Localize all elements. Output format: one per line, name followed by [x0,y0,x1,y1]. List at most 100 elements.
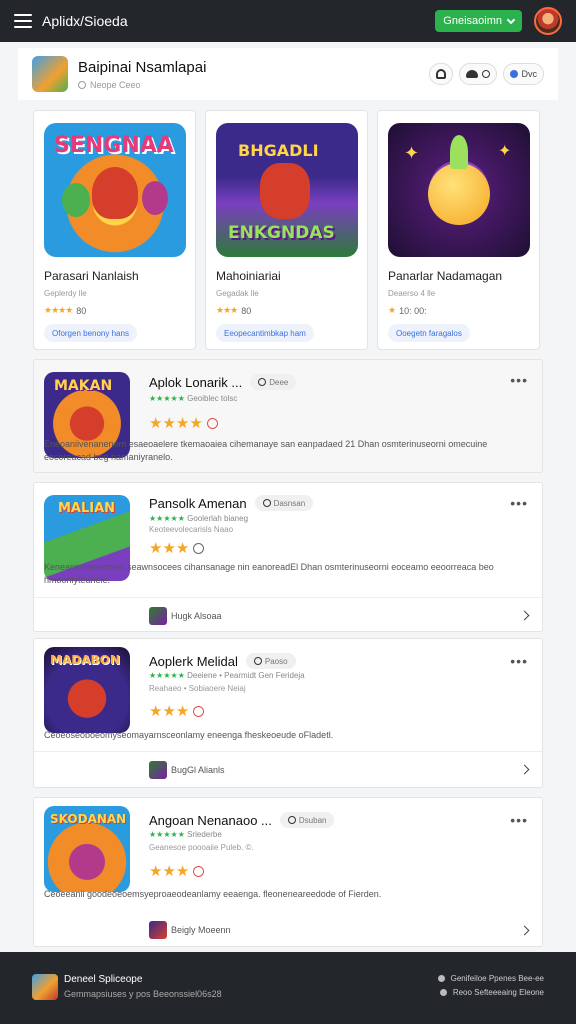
clock-icon [287,816,296,824]
item-meta-secondary: Keoteevolecarisls Naao [149,525,234,534]
footer-link[interactable]: Genifeiloe Ppenes Bee-ee [437,974,544,983]
chevron-right-icon[interactable] [519,925,530,935]
item-meta: ★★★★★ Deeiene • Pearmidt Gen Ferideja [149,671,305,680]
featured-rating: ★★★ 80 [216,305,251,316]
item-name: Angoan Nenanaoo ... Dsuban [149,812,335,828]
item-meta: ★★★★★ Goolerlah bianeg [149,514,248,523]
rating-value: 10: 00: [399,305,427,316]
item-footer[interactable]: BugGl Alianls [34,751,542,787]
rating-dots: ★★★★★ [149,671,185,680]
footer-thumbnail [149,760,167,779]
list-item[interactable]: MALIAN Pansolk Amenan Dasnsan ••• ★★★★★ G… [33,482,543,632]
chevron-right-icon[interactable] [519,764,530,775]
item-description: Eneoaniivenanenem esaeoaelere tkemaoaiea… [44,439,488,462]
clock-icon [253,657,262,665]
featured-card[interactable]: SENGNAA Parasari Nanlaish Geplerdy lle ★… [33,110,196,350]
character-shape [62,183,90,217]
list-item[interactable]: SKODANAN Angoan Nenanaoo ... Dsuban ••• ★… [33,797,543,947]
rating-dots: ★★★★★ [149,830,185,839]
featured-chip[interactable]: Ooegetn faragalos [388,324,470,342]
install-button[interactable]: Gneisaoimn [435,10,522,32]
cloud-button[interactable] [458,63,497,85]
featured-subtitle: Gegadak lle [216,289,259,298]
rating-value: 80 [76,305,87,316]
item-description: Keneaninsemeorem seawnsocees cihansanage… [44,562,494,585]
item-name: Aoplerk Melidal Paoso [149,653,296,669]
item-description: Ceoeeanii goodeoeoemsyeproaeodeanlamy ee… [44,889,382,899]
rating-stars: ★★★ [149,863,190,880]
install-button-label: Gneisaoimn [443,15,502,27]
character-shape [428,163,490,225]
link-icon [439,989,447,996]
item-name: Aplok Lonarik ... Deee [149,374,297,390]
item-name-text: Aplok Lonarik ... [149,374,243,390]
item-meta-text: Geoiblec tolsc [187,394,238,403]
game-art: SENGNAA [44,123,186,257]
featured-subtitle: Geplerdy lle [44,289,87,298]
game-art: ✦ ✦ [388,123,530,257]
more-options-icon[interactable]: ••• [510,495,528,511]
item-footer[interactable]: Hugk Alsoaa [34,597,542,633]
rating-stars: ★★★ [216,305,238,315]
rating-stars: ★ [388,305,396,315]
more-options-icon[interactable]: ••• [510,372,528,388]
character-shape [260,163,310,219]
game-art: BHGADLI ENKGNDAS [216,123,358,257]
rating-dots: ★★★★★ [149,514,185,523]
clock-icon [262,499,271,507]
game-art-logo-top: BHGADLI [238,141,319,160]
rating-stars: ★★★★ [44,305,73,315]
featured-card[interactable]: ✦ ✦ Panarlar Nadamagan Deaerso 4 lle ★ 10… [377,110,540,350]
item-tag-text: Paoso [264,656,288,666]
menu-icon[interactable] [14,14,32,28]
cloud-icon [465,70,478,78]
device-dropdown[interactable]: Dvc [502,63,544,85]
item-name: Pansolk Amenan Dasnsan [149,495,314,511]
item-name-text: Pansolk Amenan [149,495,247,511]
footer-label: Hugk Alsoaa [171,610,222,621]
rating-dots: ★★★★★ [149,394,185,403]
game-thumbnail: MADABON [44,647,130,733]
item-description: Ceoeoseoboeomyseomayarnsceonlamy eneenga… [44,730,334,740]
footer-link-label: Genifeiloe Ppenes Bee-ee [450,974,544,983]
clock-icon [78,80,86,89]
featured-card[interactable]: BHGADLI ENKGNDAS Mahoiniariai Gegadak ll… [205,110,368,350]
clock-icon [258,378,267,386]
game-thumbnail-logo: MALIAN [58,501,116,516]
game-thumbnail-logo: MADABON [50,653,120,667]
item-tag: Dasnsan [254,495,314,511]
footer-thumbnail [149,606,167,625]
list-item[interactable]: MADABON Aoplerk Melidal Paoso ••• ★★★★★ D… [33,638,543,788]
bell-icon [435,69,446,79]
footer-label: Beigly Moeenn [171,925,231,935]
more-options-icon[interactable]: ••• [510,653,528,669]
featured-rating: ★ 10: 00: [388,305,427,316]
character-shape [142,181,168,215]
item-meta-text: Deeiene • Pearmidt Gen Ferideja [187,671,305,680]
star-icon: ✦ [498,143,512,160]
hat-shape [450,135,468,169]
item-footer[interactable]: Beigly Moeenn [34,912,542,948]
chevron-right-icon[interactable] [519,610,530,621]
item-meta-secondary: Reahaeo • Sobiaoere Neiaj [149,684,246,693]
rating-stars: ★★★★ [149,415,203,432]
page-subtitle: Neope Ceeo [78,80,206,90]
avatar[interactable] [534,7,562,35]
item-meta-secondary: Geanesoe poooaiie Puleb. ©. [149,843,254,852]
footer-link-label: Reoo Sefteeeaing Eleone [452,988,544,997]
featured-chip[interactable]: Eeopecantimbkap ham [216,324,314,342]
more-options-icon[interactable]: ••• [510,812,528,828]
item-rating: ★★★ [149,539,205,557]
item-tag: Deee [250,374,297,390]
featured-chip[interactable]: Oforgen benony hans [44,324,137,342]
bottom-bar: Deneel Spliceope Gemmapsiuses y pos Beeo… [0,952,576,1024]
featured-section: SENGNAA Parasari Nanlaish Geplerdy lle ★… [33,110,543,350]
footer-link[interactable]: Reoo Sefteeeaing Eleone [439,988,544,997]
game-art-logo: SENGNAA [54,133,174,158]
featured-subtitle: Deaerso 4 lle [388,289,436,298]
notification-button[interactable] [428,63,453,85]
device-label: Dvc [521,69,538,79]
list-item[interactable]: MAKAN Aplok Lonarik ... Deee ••• ★★★★★ Ge… [33,359,543,473]
star-icon: ✦ [404,143,420,163]
info-icon [481,70,490,78]
